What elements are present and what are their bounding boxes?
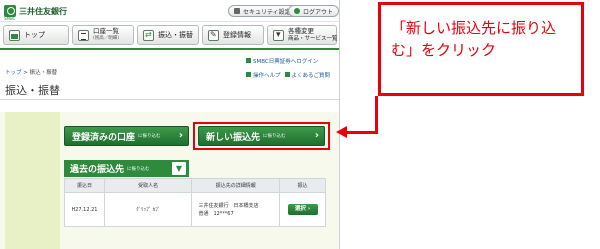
nav-accounts[interactable]: 口座一覧 (残高／明細) [72,25,134,45]
chevron-down-icon: ▼ [172,162,186,175]
nav-registration[interactable]: 登録情報 [202,25,264,45]
list-icon [78,29,89,41]
col-date: 振込日 [64,178,105,193]
row-detail-bank: 三井住友銀行 日本橋支店 [198,202,259,209]
registered-account-small: に振り込む [138,134,161,139]
faq-link[interactable]: よくあるご質問 [292,71,331,79]
help-links-row: 操作ヘルプ よくあるご質問 [246,70,330,79]
link-square-icon [246,58,251,63]
callout-connector [375,96,378,134]
past-payee-small: に振り込む [127,166,150,172]
past-payee-label: 過去の振込先 [70,165,125,175]
registered-account-button[interactable]: 登録済みの口座 に振り込む › [64,126,189,146]
row-name: ｸﾞﾘｯﾌﾟ ｶﾌﾞ [103,192,193,227]
nav-transfer-label: 振込・振替 [158,31,193,39]
page-title: 振込・振替 [5,84,60,97]
callout-text: 「新しい振込先に振り込む」をクリック [391,19,557,59]
past-payee-table: 振込日 受取人名 振込先の詳細情報 振込 H27.12.21 ｸﾞﾘｯﾌﾟ ｶﾌ… [64,178,326,227]
nav-changes-text: 各種変更 商品・サービス一覧 [288,27,338,43]
new-payee-label: 新しい振込先 [206,132,261,143]
past-payee-header[interactable]: 過去の振込先 に振り込む ▼ [64,160,189,177]
transfer-icon [143,29,154,41]
nav-accounts-text: 口座一覧 (残高／明細) [93,27,119,43]
new-payee-button[interactable]: 新しい振込先 に振り込む › [198,126,325,146]
help-link[interactable]: 操作ヘルプ [253,71,281,79]
nav-underline [0,48,339,50]
row-detail-account: 普通 12***67 [198,210,234,217]
col-action: 振込 [279,178,326,193]
nav-top-label: トップ [24,31,45,39]
nav-changes-line1: 各種変更 [288,27,314,35]
breadcrumb: トップ > 振込・振替 [5,68,57,76]
nav-changes[interactable]: 各種変更 商品・サービス一覧 [267,25,338,45]
home-icon [9,29,20,41]
utility-links: SMBC日興証券へログイン 操作ヘルプ よくあるご質問 [246,56,330,79]
logout-button[interactable]: ログアウト [288,5,339,17]
instruction-callout: 「新しい振込先に振り込む」をクリック [378,2,584,96]
registered-account-label: 登録済みの口座 [72,132,136,143]
chevron-down-icon [273,29,284,41]
smbc-nikko-link-label: SMBC日興証券へログイン [253,58,319,65]
lock-icon [234,8,240,14]
breadcrumb-home[interactable]: トップ [5,70,22,76]
chevron-right-icon: › [178,130,183,141]
nav-changes-line2: 商品・サービス一覧 [288,36,338,42]
nav-accounts-sub: (残高／明細) [93,36,120,41]
main-nav: トップ 口座一覧 (残高／明細) 振込・振替 登録情報 各種変更 商品・サービス… [0,22,339,48]
panel-side-strip [5,112,60,249]
select-label: 選択 [294,206,306,212]
bank-page: 三井住友銀行 SMBC セキュリティ設定 ログアウト トップ 口座一覧 (残高／… [0,0,340,249]
help-square-icon [246,72,251,77]
row-action: 選択 › [279,192,326,227]
table-header-row: 振込日 受取人名 振込先の詳細情報 振込 [64,178,326,193]
logout-label: ログアウト [303,8,334,16]
breadcrumb-separator: > [21,70,30,76]
select-button[interactable]: 選択 › [287,204,318,215]
nav-registration-label: 登録情報 [223,31,251,39]
logout-icon [294,8,300,14]
bank-sub-label: SMBC [4,16,16,21]
row-date: H27.12.21 [64,192,105,227]
pen-icon [208,29,219,41]
top-bar: 三井住友銀行 SMBC セキュリティ設定 ログアウト [0,0,339,22]
smbc-nikko-link[interactable]: SMBC日興証券へログイン [246,56,330,65]
table-row: H27.12.21 ｸﾞﾘｯﾌﾟ ｶﾌﾞ 三井住友銀行 日本橋支店 普通 12*… [64,192,326,227]
nav-accounts-label: 口座一覧 [93,27,119,35]
breadcrumb-current: 振込・振替 [29,70,58,76]
security-settings-button[interactable]: セキュリティ設定 [228,5,297,17]
col-detail: 振込先の詳細情報 [191,178,281,193]
title-divider [0,99,339,100]
nav-top[interactable]: トップ [3,25,69,45]
row-detail: 三井住友銀行 日本橋支店 普通 12***67 [191,192,281,227]
col-name: 受取人名 [103,178,193,193]
faq-square-icon [284,72,290,77]
arrow-left-icon [336,126,347,138]
security-settings-label: セキュリティ設定 [243,8,291,16]
nav-transfer[interactable]: 振込・振替 [137,25,199,45]
bank-name: 三井住友銀行 [19,6,67,16]
chevron-right-icon: › [314,130,319,141]
new-payee-small: に振り込む [263,134,286,139]
callout-arrow-shaft [346,131,376,134]
